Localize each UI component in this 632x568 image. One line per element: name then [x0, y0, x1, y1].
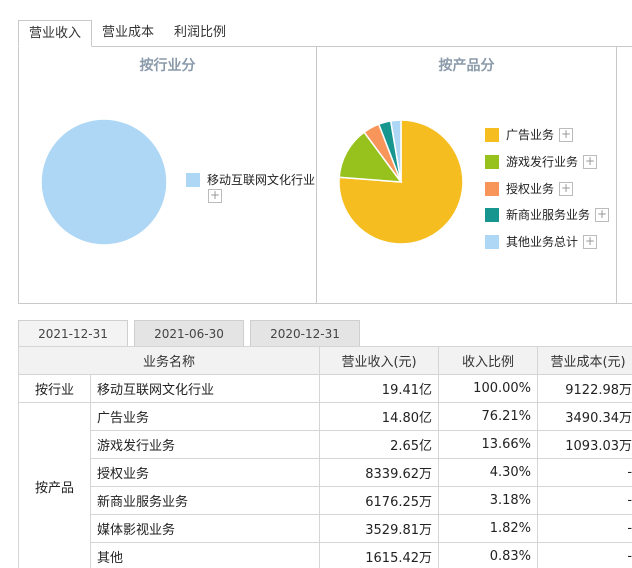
cost-cell: - — [537, 458, 632, 487]
legend-item-license[interactable]: 授权业务 + — [485, 180, 574, 197]
legend-item-new-business[interactable]: 新商业服务业务 + — [485, 206, 610, 223]
table-header-row: 业务名称 营业收入(元) 收入比例 营业成本(元) — [17, 346, 632, 375]
legend-swatch — [485, 127, 499, 142]
table-row: 其他 1615.42万 0.83% - — [19, 542, 632, 568]
expand-plus-icon[interactable]: + — [583, 154, 598, 169]
product-panel: 按产品分 广告业务 + 游戏发行业务 + 授权业务 + 新商业服务业务 + 其他… — [317, 47, 617, 303]
business-name: 游戏发行业务 — [89, 430, 321, 459]
ratio-cell: 3.18% — [438, 486, 539, 515]
tab-profit-ratio[interactable]: 利润比例 — [164, 20, 236, 47]
tab-date-2021-12-31[interactable]: 2021-12-31 — [18, 320, 128, 347]
charts-area: 按行业分 移动互联网文化行业 + 按产品分 广告业务 + 游戏发行业务 + 授权… — [18, 46, 632, 304]
table-row: 新商业服务业务 6176.25万 3.18% - — [19, 486, 632, 515]
tab-cost[interactable]: 营业成本 — [92, 20, 164, 47]
ratio-cell: 76.21% — [438, 402, 539, 431]
revenue-cell: 2.65亿 — [319, 430, 440, 459]
business-name: 授权业务 — [89, 458, 321, 487]
table-row: 游戏发行业务 2.65亿 13.66% 1093.03万 — [19, 430, 632, 459]
table-row: 按行业 移动互联网文化行业 19.41亿 100.00% 9122.98万 — [18, 374, 632, 403]
column-header: 营业成本(元) — [537, 346, 632, 375]
revenue-table: 业务名称 营业收入(元) 收入比例 营业成本(元) 按行业 移动互联网文化行业 … — [17, 346, 632, 568]
column-header: 业务名称 — [17, 346, 321, 375]
revenue-cell: 14.80亿 — [319, 402, 440, 431]
group-label: 按产品 — [18, 402, 91, 568]
business-name: 移动互联网文化行业 — [89, 374, 321, 403]
legend-label: 其他业务总计 — [506, 235, 579, 249]
revenue-cell: 19.41亿 — [319, 374, 440, 403]
ratio-cell: 1.82% — [438, 514, 539, 543]
legend-item-game[interactable]: 游戏发行业务 + — [485, 153, 598, 170]
expand-plus-icon[interactable]: + — [559, 181, 574, 196]
table-row: 媒体影视业务 3529.81万 1.82% - — [19, 514, 632, 543]
revenue-cell: 6176.25万 — [319, 486, 440, 515]
expand-plus-icon[interactable]: + — [583, 234, 598, 249]
product-pie-chart — [338, 119, 464, 245]
business-name: 媒体影视业务 — [89, 514, 321, 543]
legend-label: 游戏发行业务 — [506, 155, 579, 169]
table-row: 按产品 广告业务 14.80亿 76.21% 3490.34万 — [18, 402, 632, 568]
legend-swatch — [485, 181, 499, 196]
revenue-cell: 1615.42万 — [319, 542, 440, 568]
legend-item-other[interactable]: 其他业务总计 + — [485, 233, 598, 250]
ratio-cell: 4.30% — [438, 458, 539, 487]
legend-swatch — [485, 234, 499, 249]
legend-swatch — [485, 154, 499, 169]
ratio-cell: 13.66% — [438, 430, 539, 459]
column-header: 营业收入(元) — [319, 346, 440, 375]
ratio-cell: 0.83% — [438, 542, 539, 568]
table-row: 授权业务 8339.62万 4.30% - — [19, 458, 632, 487]
business-name: 广告业务 — [89, 402, 321, 431]
legend-swatch — [485, 207, 499, 222]
tab-date-2021-06-30[interactable]: 2021-06-30 — [134, 320, 244, 347]
cost-cell: - — [537, 514, 632, 543]
revenue-tabs: 营业收入 营业成本 利润比例 — [18, 20, 236, 47]
cost-cell: - — [537, 486, 632, 515]
legend-item-ad[interactable]: 广告业务 + — [485, 126, 574, 143]
legend-label: 新商业服务业务 — [506, 208, 591, 222]
cost-cell: 1093.03万 — [537, 430, 632, 459]
ratio-cell: 100.00% — [438, 374, 539, 403]
tab-date-2020-12-31[interactable]: 2020-12-31 — [250, 320, 360, 347]
business-name: 其他 — [89, 542, 321, 568]
cost-cell: 3490.34万 — [537, 402, 632, 431]
revenue-cell: 3529.81万 — [319, 514, 440, 543]
revenue-cell: 8339.62万 — [319, 458, 440, 487]
pie-slice-1[interactable] — [40, 118, 168, 246]
business-name: 新商业服务业务 — [89, 486, 321, 515]
legend-swatch — [186, 172, 200, 187]
column-header: 收入比例 — [438, 346, 539, 375]
legend-label: 授权业务 — [506, 182, 555, 196]
industry-panel: 按行业分 移动互联网文化行业 + — [19, 47, 317, 303]
group-label: 按行业 — [18, 374, 91, 403]
expand-plus-icon[interactable]: + — [559, 127, 574, 142]
tab-revenue[interactable]: 营业收入 — [18, 20, 93, 47]
cost-cell: - — [537, 542, 632, 568]
cost-cell: 9122.98万 — [537, 374, 632, 403]
legend-item-industry[interactable]: 移动互联网文化行业 — [186, 171, 315, 188]
legend-label: 广告业务 — [506, 128, 555, 142]
expand-plus-icon[interactable]: + — [595, 207, 610, 222]
legend-label: 移动互联网文化行业 — [207, 173, 316, 187]
expand-plus-icon[interactable]: + — [208, 189, 222, 203]
